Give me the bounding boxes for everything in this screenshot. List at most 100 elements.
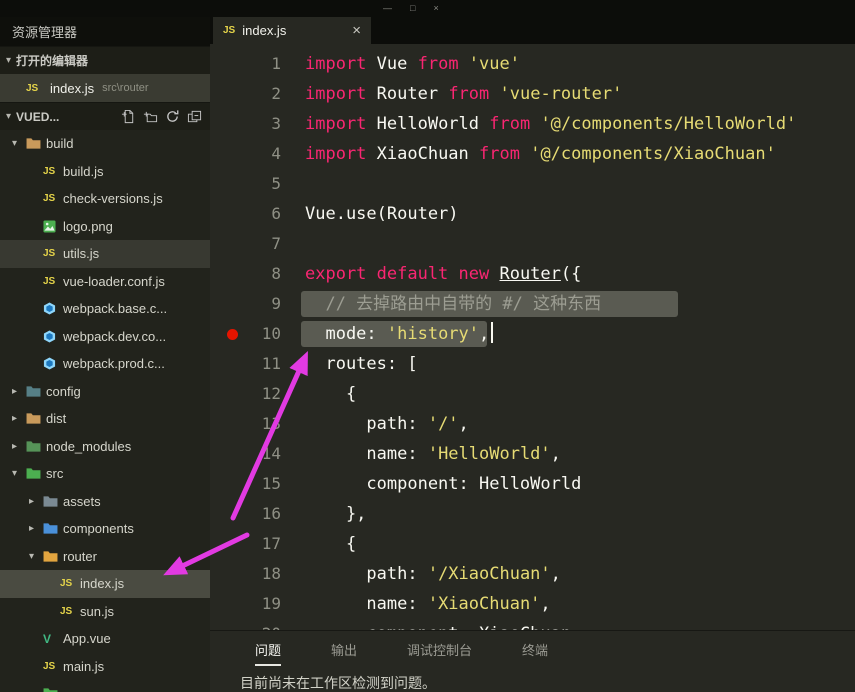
tree-item-webpack.dev.co...[interactable]: webpack.dev.co... — [0, 323, 210, 351]
line-number[interactable]: 15 — [210, 469, 305, 499]
code-line[interactable]: 5 — [210, 169, 855, 199]
new-folder-icon[interactable] — [143, 109, 158, 124]
tree-item-router[interactable]: ▾ router — [0, 543, 210, 571]
line-text: path: '/', — [305, 414, 469, 434]
code-line[interactable]: 1 import Vue from 'vue' — [210, 49, 855, 79]
line-number[interactable]: 16 — [210, 499, 305, 529]
open-editors-header[interactable]: ▾ 打开的编辑器 — [0, 46, 210, 74]
close-icon[interactable]: × — [352, 23, 361, 38]
tree-item-components[interactable]: ▸ components — [0, 515, 210, 543]
panel-tab-problems[interactable]: 问题 — [255, 640, 282, 666]
line-number[interactable]: 8 — [210, 259, 305, 289]
chevron-right-icon[interactable]: ▸ — [12, 386, 26, 397]
code-line[interactable]: 9 // 去掉路由中自带的 #/ 这种东西 — [210, 289, 855, 319]
refresh-icon[interactable] — [165, 109, 180, 124]
chevron-down-icon[interactable]: ▾ — [12, 138, 26, 149]
tree-item-check-versions.js[interactable]: JS check-versions.js — [0, 185, 210, 213]
code-line[interactable]: 6 Vue.use(Router) — [210, 199, 855, 229]
code-line[interactable]: 14 name: 'HelloWorld', — [210, 439, 855, 469]
tree-item-vue-loader.conf.js[interactable]: JS vue-loader.conf.js — [0, 268, 210, 296]
line-number[interactable]: 10 — [210, 319, 305, 349]
tree-item-utils.js[interactable]: JS utils.js — [0, 240, 210, 268]
chevron-down-icon[interactable]: ▾ — [12, 468, 26, 479]
code-line[interactable]: 19 name: 'XiaoChuan', — [210, 589, 855, 619]
chevron-right-icon[interactable]: ▸ — [12, 441, 26, 452]
panel-tab-terminal[interactable]: 终端 — [522, 640, 548, 666]
line-number[interactable]: 11 — [210, 349, 305, 379]
line-number[interactable]: 12 — [210, 379, 305, 409]
line-number[interactable]: 9 — [210, 289, 305, 319]
line-number[interactable]: 18 — [210, 559, 305, 589]
tree-item-webpack.base.c...[interactable]: webpack.base.c... — [0, 295, 210, 323]
problems-message: 目前尚未在工作区检测到问题。 — [240, 675, 436, 691]
tree-item-config[interactable]: ▸ config — [0, 378, 210, 406]
open-editor-item-indexjs[interactable]: JS index.js src\router — [0, 74, 210, 102]
chevron-down-icon[interactable]: ▾ — [29, 551, 43, 562]
code-line[interactable]: 20 component: XiaoChuan — [210, 619, 855, 630]
line-number[interactable]: 6 — [210, 199, 305, 229]
line-number[interactable]: 17 — [210, 529, 305, 559]
code-line[interactable]: 18 path: '/XiaoChuan', — [210, 559, 855, 589]
panel-tabs: 问题 输出 调试控制台 终端 — [240, 631, 855, 666]
code-line[interactable]: 15 component: HelloWorld — [210, 469, 855, 499]
tree-item-index.js[interactable]: JS index.js — [0, 570, 210, 598]
tree-item-partial[interactable] — [0, 680, 210, 692]
chevron-right-icon[interactable]: ▸ — [29, 496, 43, 507]
tree-item-webpack.prod.c...[interactable]: webpack.prod.c... — [0, 350, 210, 378]
line-text: mode: 'history', — [301, 319, 494, 349]
code-line[interactable]: 12 { — [210, 379, 855, 409]
tab-indexjs[interactable]: JS index.js × — [213, 17, 371, 44]
code-line[interactable]: 4 import XiaoChuan from '@/components/Xia… — [210, 139, 855, 169]
chevron-right-icon[interactable]: ▸ — [12, 413, 26, 424]
chevron-right-icon[interactable]: ▸ — [29, 523, 43, 534]
code-line[interactable]: 17 { — [210, 529, 855, 559]
project-section-header[interactable]: ▾ VUED... — [0, 102, 210, 130]
line-number[interactable]: 4 — [210, 139, 305, 169]
line-number[interactable]: 5 — [210, 169, 305, 199]
code-line[interactable]: 2 import Router from 'vue-router' — [210, 79, 855, 109]
tree-item-assets[interactable]: ▸ assets — [0, 488, 210, 516]
panel-tab-debug-console[interactable]: 调试控制台 — [407, 640, 472, 666]
explorer-sidebar: 资源管理器 ▾ 打开的编辑器 JS index.js src\router ▾ … — [0, 17, 210, 692]
line-number[interactable]: 7 — [210, 229, 305, 259]
tree-item-build[interactable]: ▾ build — [0, 130, 210, 158]
line-number[interactable]: 2 — [210, 79, 305, 109]
tree-item-logo.png[interactable]: logo.png — [0, 213, 210, 241]
line-number[interactable]: 19 — [210, 589, 305, 619]
open-editors-label: 打开的编辑器 — [16, 54, 89, 68]
panel-tab-output[interactable]: 输出 — [331, 640, 357, 666]
collapse-all-icon[interactable] — [187, 109, 202, 124]
line-number[interactable]: 3 — [210, 109, 305, 139]
line-number[interactable]: 14 — [210, 439, 305, 469]
code-line[interactable]: 3 import HelloWorld from '@/components/He… — [210, 109, 855, 139]
minimize-icon[interactable]: — — [383, 1, 392, 15]
code-line[interactable]: 8 export default new Router({ — [210, 259, 855, 289]
code-line[interactable]: 13 path: '/', — [210, 409, 855, 439]
js-icon: JS — [43, 165, 56, 177]
line-number[interactable]: 1 — [210, 49, 305, 79]
line-number[interactable]: 20 — [210, 619, 305, 630]
tree-item-label: webpack.dev.co... — [63, 328, 167, 344]
code-editor[interactable]: 1 import Vue from 'vue' 2 import Router fro… — [210, 44, 855, 630]
close-icon[interactable]: × — [433, 1, 438, 15]
tree-item-dist[interactable]: ▸ dist — [0, 405, 210, 433]
maximize-icon[interactable]: □ — [410, 1, 415, 15]
breakpoint-icon[interactable] — [227, 328, 238, 340]
tree-item-build.js[interactable]: JS build.js — [0, 158, 210, 186]
new-file-icon[interactable] — [121, 109, 136, 124]
tree-item-src[interactable]: ▾ src — [0, 460, 210, 488]
code-line[interactable]: 7 — [210, 229, 855, 259]
folder-icon — [26, 467, 44, 480]
code-line[interactable]: 10 mode: 'history', — [210, 319, 855, 349]
line-number[interactable]: 13 — [210, 409, 305, 439]
tree-item-main.js[interactable]: JS main.js — [0, 653, 210, 681]
code-line[interactable]: 16 }, — [210, 499, 855, 529]
folder-icon — [43, 495, 61, 508]
js-icon: JS — [43, 248, 56, 260]
tree-item-sun.js[interactable]: JS sun.js — [0, 598, 210, 626]
code-line[interactable]: 11 routes: [ — [210, 349, 855, 379]
tree-item-App.vue[interactable]: V App.vue — [0, 625, 210, 653]
tree-item-node_modules[interactable]: ▸ node_modules — [0, 433, 210, 461]
js-icon: JS — [26, 82, 39, 94]
title-bar: — □ × — [0, 0, 855, 17]
